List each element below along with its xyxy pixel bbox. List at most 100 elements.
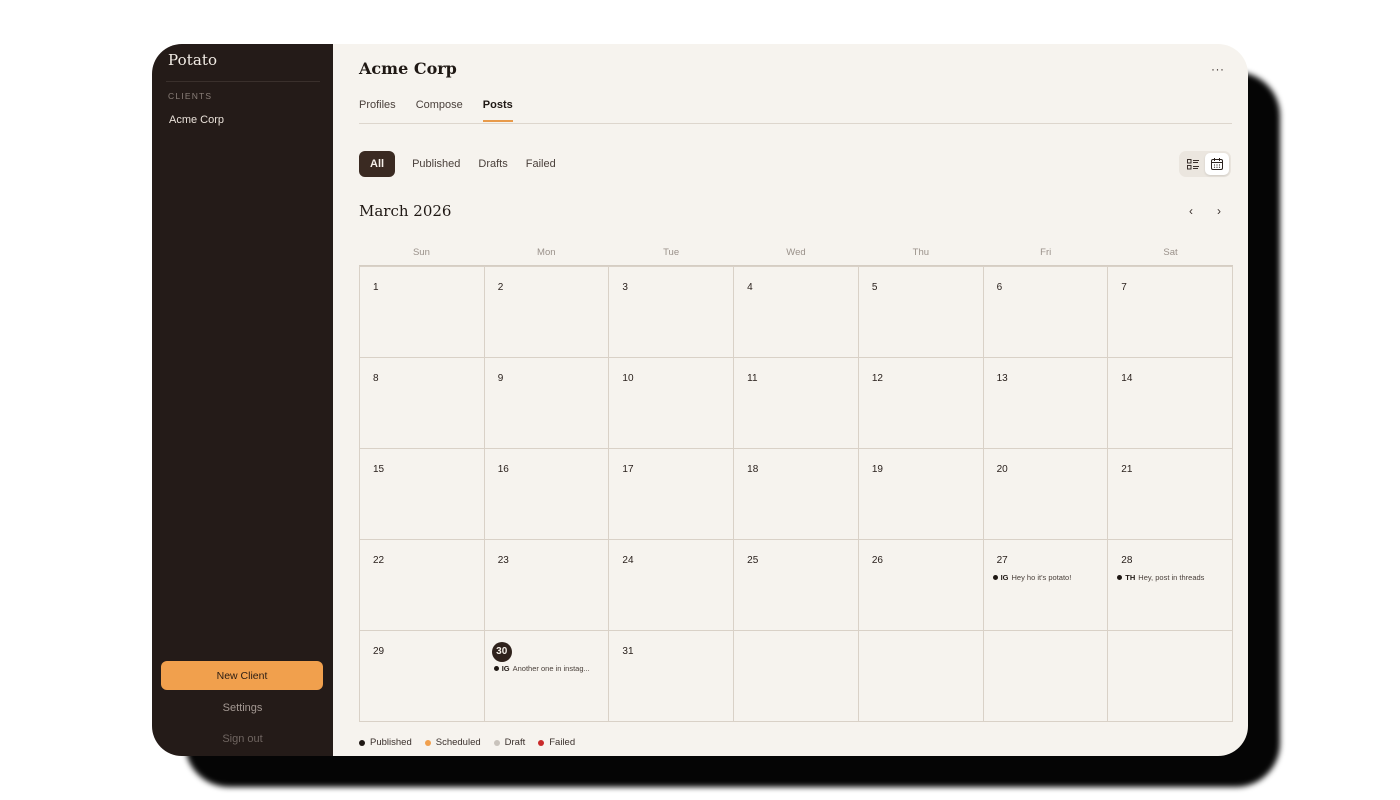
weekday-label: Fri bbox=[1040, 247, 1052, 258]
calendar-day-cell[interactable]: 12 bbox=[858, 358, 984, 449]
calendar-day-cell[interactable]: 10 bbox=[609, 358, 735, 449]
list-view-icon bbox=[1187, 158, 1199, 169]
day-number: 9 bbox=[497, 373, 504, 384]
calendar-day-cell[interactable]: 15 bbox=[360, 449, 485, 540]
calendar-day-cell[interactable]: 6 bbox=[983, 267, 1109, 358]
calendar-day-cell[interactable]: 4 bbox=[734, 267, 859, 358]
calendar-day-cell[interactable] bbox=[1108, 631, 1233, 722]
calendar-day-cell[interactable]: 7 bbox=[1108, 267, 1233, 358]
calendar-day-cell[interactable]: 2 bbox=[484, 267, 610, 358]
post-event[interactable]: IG Another one in instag... bbox=[493, 664, 603, 673]
day-number: 20 bbox=[996, 464, 1008, 475]
sign-out-link[interactable]: Sign out bbox=[152, 733, 333, 745]
weekday-label: Sun bbox=[412, 247, 430, 258]
weekday-label: Wed bbox=[786, 247, 806, 258]
filter-drafts[interactable]: Drafts bbox=[477, 158, 508, 170]
calendar-day-cell[interactable]: 16 bbox=[484, 449, 610, 540]
day-number: 26 bbox=[871, 555, 883, 566]
calendar-day-cell[interactable]: 23 bbox=[484, 540, 610, 631]
legend-item: Draft bbox=[493, 737, 526, 748]
prev-month-button[interactable]: ‹ bbox=[1189, 204, 1193, 218]
legend-label: Draft bbox=[504, 737, 526, 748]
more-options-button[interactable]: ··· bbox=[1211, 62, 1225, 76]
post-event[interactable]: TH Hey, post in threads bbox=[1117, 573, 1226, 582]
day-number: 28 bbox=[1121, 555, 1133, 566]
calendar-day-cell[interactable]: 3 bbox=[609, 267, 735, 358]
weekday-header: Sun Mon Tue Wed Thu Fri Sat bbox=[359, 247, 1233, 266]
calendar-day-cell[interactable]: 31 bbox=[609, 631, 735, 722]
legend-dot bbox=[424, 739, 431, 746]
calendar-day-cell[interactable]: 24 bbox=[609, 540, 735, 631]
legend-label: Published bbox=[370, 737, 412, 748]
clients-section-label: CLIENTS bbox=[168, 91, 213, 101]
weekday-label: Thu bbox=[912, 247, 930, 258]
calendar-day-cell[interactable] bbox=[983, 631, 1109, 722]
settings-link[interactable]: Settings bbox=[152, 702, 333, 714]
calendar-day-cell[interactable]: 9 bbox=[484, 358, 610, 449]
post-event[interactable]: IG Hey ho it's potato! bbox=[992, 573, 1102, 582]
day-number: 3 bbox=[622, 282, 628, 293]
calendar-day-cell[interactable] bbox=[734, 631, 859, 722]
day-number: 24 bbox=[622, 555, 634, 566]
calendar-day-cell[interactable]: 30 IG Another one in instag... bbox=[484, 631, 610, 722]
calendar-day-cell[interactable]: 1 bbox=[360, 267, 485, 358]
day-number: 13 bbox=[996, 373, 1008, 384]
day-number: 22 bbox=[373, 555, 385, 566]
status-dot bbox=[992, 575, 998, 580]
day-number: 10 bbox=[622, 373, 634, 384]
calendar-day-cell[interactable]: 14 bbox=[1108, 358, 1233, 449]
month-grid: 1 2 3 4 5 6 7 8 9 10 11 12 13 14 15 16 17 18 19 20 21 22 23 24 2… bbox=[359, 266, 1233, 722]
main-content: Acme Corp ··· Profiles Compose Posts All… bbox=[333, 44, 1248, 756]
day-number: 11 bbox=[747, 373, 758, 384]
calendar-view-button[interactable] bbox=[1205, 153, 1229, 175]
platform-label: TH bbox=[1125, 573, 1136, 582]
calendar-day-cell[interactable]: 20 bbox=[983, 449, 1109, 540]
calendar-day-cell[interactable]: 26 bbox=[858, 540, 984, 631]
day-number: 16 bbox=[497, 464, 509, 475]
calendar-day-cell[interactable]: 27 IG Hey ho it's potato! bbox=[983, 540, 1109, 631]
next-month-button[interactable]: › bbox=[1217, 204, 1221, 218]
day-number: 8 bbox=[373, 373, 379, 384]
day-number: 1 bbox=[373, 282, 379, 293]
calendar-day-cell[interactable]: 28 TH Hey, post in threads bbox=[1108, 540, 1233, 631]
day-number: 19 bbox=[871, 464, 883, 475]
calendar-day-cell[interactable]: 19 bbox=[858, 449, 984, 540]
day-number: 31 bbox=[622, 646, 634, 657]
sidebar-item-client[interactable]: Acme Corp bbox=[169, 114, 224, 126]
calendar-day-cell[interactable]: 17 bbox=[609, 449, 735, 540]
calendar-day-cell[interactable]: 22 bbox=[360, 540, 485, 631]
day-number: 5 bbox=[871, 282, 878, 293]
calendar-day-cell[interactable]: 18 bbox=[734, 449, 859, 540]
legend-dot bbox=[538, 739, 545, 746]
legend-label: Scheduled bbox=[435, 737, 481, 748]
legend-item: Published bbox=[359, 737, 412, 748]
day-number: 17 bbox=[622, 464, 634, 475]
status-dot bbox=[1117, 575, 1123, 580]
legend-item: Failed bbox=[538, 737, 575, 748]
filter-published[interactable]: Published bbox=[411, 158, 461, 170]
filter-all[interactable]: All bbox=[359, 151, 396, 177]
calendar-day-cell[interactable]: 5 bbox=[858, 267, 984, 358]
legend-label: Failed bbox=[549, 737, 576, 748]
sidebar: Potato CLIENTS Acme Corp New Client Sett… bbox=[152, 44, 333, 756]
day-number: 2 bbox=[497, 282, 504, 293]
tab-posts[interactable]: Posts bbox=[482, 99, 513, 122]
calendar-day-cell[interactable]: 11 bbox=[734, 358, 859, 449]
new-client-button[interactable]: New Client bbox=[161, 661, 323, 690]
day-number: 12 bbox=[871, 373, 883, 384]
list-view-button[interactable] bbox=[1181, 153, 1205, 175]
day-number: 23 bbox=[497, 555, 509, 566]
calendar-day-cell[interactable] bbox=[858, 631, 984, 722]
post-text: Hey ho it's potato! bbox=[1011, 573, 1072, 582]
calendar-day-cell[interactable]: 13 bbox=[983, 358, 1109, 449]
filter-failed[interactable]: Failed bbox=[525, 158, 557, 170]
calendar-day-cell[interactable]: 21 bbox=[1108, 449, 1233, 540]
day-number: 18 bbox=[747, 464, 759, 475]
day-number: 4 bbox=[747, 282, 753, 293]
tab-profiles[interactable]: Profiles bbox=[359, 99, 396, 121]
calendar-day-cell[interactable]: 29 bbox=[360, 631, 485, 722]
calendar-day-cell[interactable]: 8 bbox=[360, 358, 485, 449]
tab-compose[interactable]: Compose bbox=[416, 99, 463, 121]
brand-logo: Potato bbox=[168, 51, 218, 69]
calendar-day-cell[interactable]: 25 bbox=[734, 540, 859, 631]
